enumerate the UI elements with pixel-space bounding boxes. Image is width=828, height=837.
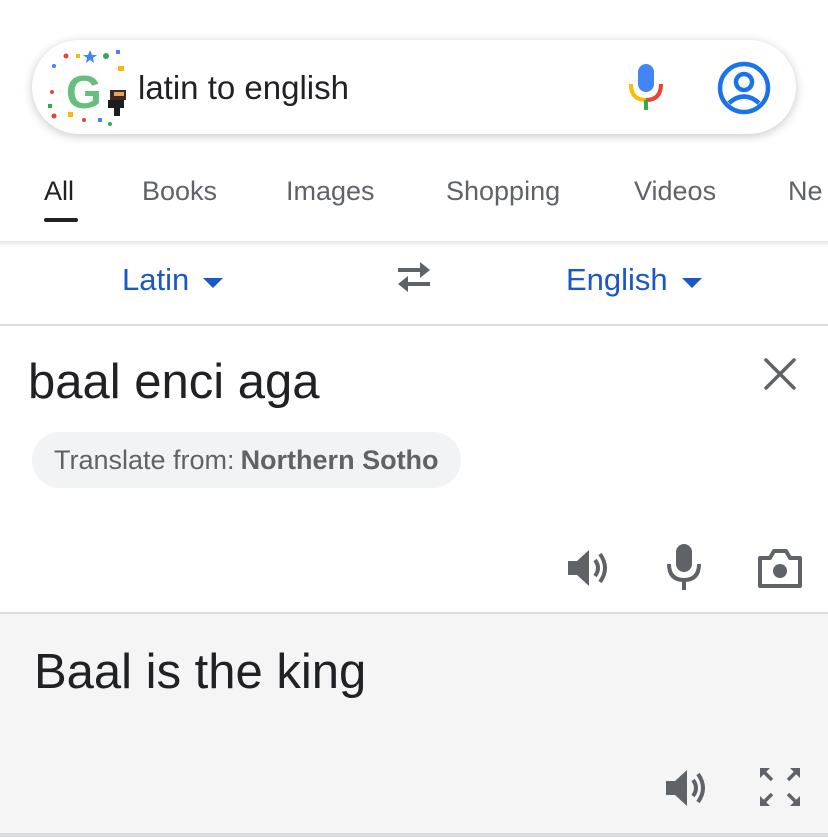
tab-news[interactable]: Ne	[788, 176, 823, 207]
source-language-dropdown[interactable]: Latin	[122, 262, 224, 298]
target-language-label: English	[566, 262, 668, 297]
microphone-icon[interactable]	[664, 542, 704, 592]
page: G latin to english All Books Images Shop…	[0, 0, 828, 837]
active-tab-indicator	[44, 218, 78, 222]
translation-result-text: Baal is the king	[34, 645, 367, 699]
tab-all[interactable]: All	[44, 176, 74, 207]
svg-text:G: G	[66, 66, 102, 118]
search-query[interactable]: latin to english	[138, 68, 349, 108]
tab-images[interactable]: Images	[286, 176, 375, 207]
camera-icon[interactable]	[756, 546, 804, 590]
speaker-icon[interactable]	[662, 764, 710, 812]
tab-shopping[interactable]: Shopping	[446, 176, 560, 207]
speaker-icon[interactable]	[564, 544, 612, 592]
search-tabs: All Books Images Shopping Videos Ne	[0, 160, 828, 242]
fullscreen-icon[interactable]	[756, 764, 804, 810]
detect-prefix: Translate from:	[54, 444, 235, 475]
source-language-label: Latin	[122, 262, 190, 297]
close-icon[interactable]	[760, 354, 800, 394]
source-text-input[interactable]: baal enci aga	[28, 354, 320, 410]
detected-language-chip[interactable]: Translate from: Northern Sotho	[32, 432, 461, 488]
target-language-dropdown[interactable]: English	[566, 262, 702, 298]
tab-videos[interactable]: Videos	[634, 176, 716, 207]
language-selector-row: Latin English	[0, 246, 828, 326]
chevron-down-icon	[681, 278, 702, 288]
search-bar[interactable]: G latin to english	[32, 40, 796, 134]
bottom-divider	[0, 833, 828, 837]
translation-result-panel: Baal is the king	[0, 612, 828, 833]
tab-books[interactable]: Books	[142, 176, 217, 207]
google-doodle-icon[interactable]: G	[44, 46, 132, 128]
detected-language: Northern Sotho	[240, 444, 439, 475]
microphone-icon[interactable]	[626, 62, 666, 112]
account-icon[interactable]	[716, 60, 772, 116]
swap-languages-icon[interactable]	[392, 258, 436, 294]
chevron-down-icon	[203, 278, 224, 288]
